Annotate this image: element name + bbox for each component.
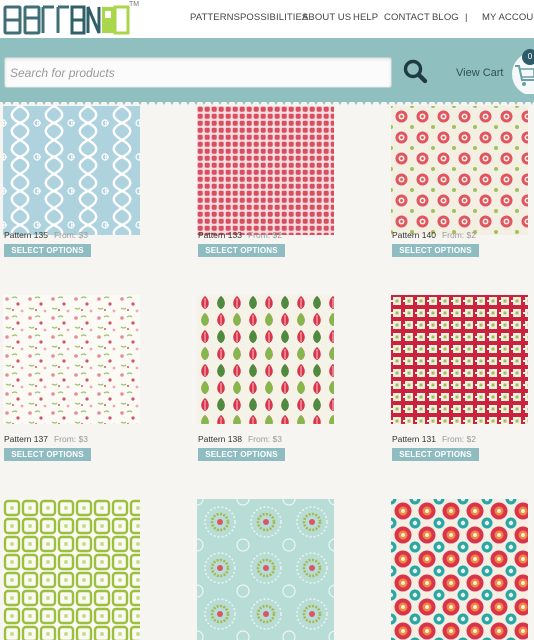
search-input[interactable]: [4, 57, 392, 88]
product-image-pattern-140[interactable]: [391, 106, 528, 235]
view-cart-link[interactable]: View Cart: [456, 67, 503, 79]
product-image[interactable]: [391, 499, 528, 640]
product-image-pattern-138[interactable]: [197, 295, 334, 424]
select-options-button[interactable]: SELECT OPTIONS: [198, 244, 285, 257]
nav-my-account[interactable]: MY ACCOUNT: [482, 12, 534, 23]
select-options-button[interactable]: SELECT OPTIONS: [392, 448, 479, 461]
product-title[interactable]: Pattern 138 From: $3: [198, 434, 282, 444]
select-options-button[interactable]: SELECT OPTIONS: [198, 448, 285, 461]
select-options-button[interactable]: SELECT OPTIONS: [392, 244, 479, 257]
product-title[interactable]: Pattern 140 From: $2: [392, 230, 476, 240]
nav-help[interactable]: HELP: [353, 12, 378, 23]
product-image-pattern-137[interactable]: [3, 295, 140, 424]
cart-count-badge: 0: [522, 49, 534, 65]
search-icon[interactable]: [401, 57, 431, 87]
nav-about-us[interactable]: ABOUT US: [302, 12, 351, 23]
select-options-button[interactable]: SELECT OPTIONS: [4, 448, 91, 461]
trademark-mark: TM: [129, 1, 140, 8]
product-image-pattern-135[interactable]: [3, 106, 140, 235]
nav-contact[interactable]: CONTACT: [384, 12, 430, 23]
nav-blog[interactable]: BLOG: [432, 12, 459, 23]
nav-patterns[interactable]: PATTERNS: [190, 12, 240, 23]
product-title[interactable]: Pattern 137 From: $3: [4, 434, 88, 444]
product-image-pattern-133[interactable]: [197, 106, 334, 235]
product-image-pattern-131[interactable]: [391, 295, 528, 424]
nav-separator: |: [465, 12, 468, 23]
select-options-button[interactable]: SELECT OPTIONS: [4, 244, 91, 257]
product-image[interactable]: [3, 499, 140, 640]
product-title[interactable]: Pattern 135 From: $3: [4, 230, 88, 240]
product-title[interactable]: Pattern 131 From: $2: [392, 434, 476, 444]
nav-possibilities[interactable]: POSSIBILITIES: [240, 12, 308, 23]
patternpod-logo[interactable]: [2, 4, 130, 36]
top-bar: TM PATTERNS POSSIBILITIES ABOUT US HELP …: [0, 0, 534, 38]
product-title[interactable]: Pattern 133 From: $2: [198, 230, 282, 240]
product-image[interactable]: [197, 499, 334, 640]
